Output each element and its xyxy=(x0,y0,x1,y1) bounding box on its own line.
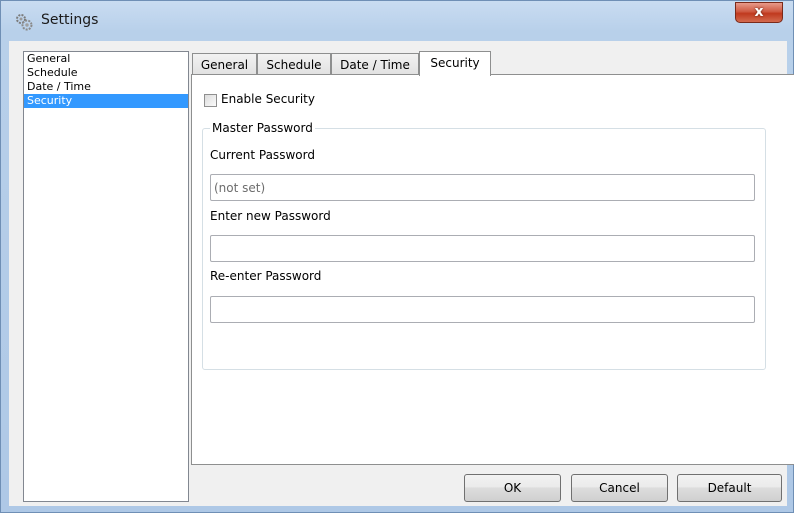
current-password-field[interactable] xyxy=(210,174,755,201)
ok-button[interactable]: OK xyxy=(464,474,561,502)
sidebar-item-schedule[interactable]: Schedule xyxy=(24,66,188,80)
close-button[interactable]: x xyxy=(735,2,783,23)
security-tab-panel: Enable Security Master Password Current … xyxy=(191,74,794,465)
new-password-label: Enter new Password xyxy=(210,209,331,223)
current-password-label: Current Password xyxy=(210,148,315,162)
new-password-field[interactable] xyxy=(210,235,755,262)
tab-schedule[interactable]: Schedule xyxy=(257,53,331,75)
cancel-button[interactable]: Cancel xyxy=(571,474,668,502)
title-bar[interactable]: Settings x xyxy=(1,1,793,41)
sidebar-item-date-time[interactable]: Date / Time xyxy=(24,80,188,94)
enable-security-label[interactable]: Enable Security xyxy=(221,92,315,106)
tab-date-time[interactable]: Date / Time xyxy=(331,53,419,75)
settings-window: Settings x General Schedule Date / Time … xyxy=(0,0,794,513)
sidebar-item-security[interactable]: Security xyxy=(24,94,188,108)
reenter-password-label: Re-enter Password xyxy=(210,269,322,283)
master-password-group-title: Master Password xyxy=(210,121,315,135)
settings-gears-icon xyxy=(15,13,33,31)
default-button[interactable]: Default xyxy=(677,474,782,502)
enable-security-checkbox[interactable] xyxy=(204,94,217,107)
tab-general[interactable]: General xyxy=(192,53,257,75)
window-title: Settings xyxy=(41,12,99,28)
reenter-password-field[interactable] xyxy=(210,296,755,323)
dialog-body: General Schedule Date / Time Security Ge… xyxy=(9,41,794,506)
settings-category-list[interactable]: General Schedule Date / Time Security xyxy=(23,51,189,502)
sidebar-item-general[interactable]: General xyxy=(24,52,188,66)
tab-security[interactable]: Security xyxy=(419,51,491,76)
close-icon: x xyxy=(754,4,764,20)
